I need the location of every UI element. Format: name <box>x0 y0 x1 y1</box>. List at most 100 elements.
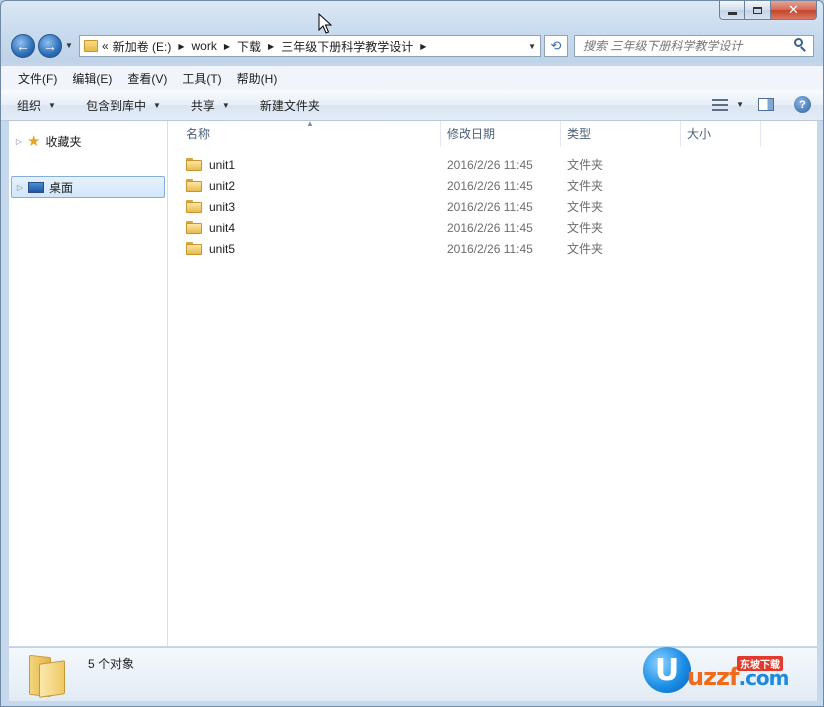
large-folder-icon <box>29 654 65 698</box>
back-button[interactable]: ← <box>11 34 35 58</box>
breadcrumb-separator-icon[interactable]: ▶ <box>420 42 426 51</box>
menu-file[interactable]: 文件(F) <box>18 70 57 87</box>
breadcrumb-separator-icon[interactable]: ▶ <box>178 42 184 51</box>
caption-buttons: ✕ <box>719 1 817 20</box>
table-row[interactable]: unit1 2016/2/26 11:45 文件夹 <box>180 154 810 175</box>
help-icon: ? <box>799 98 806 111</box>
close-icon: ✕ <box>788 2 799 17</box>
file-type: 文件夹 <box>567 242 604 256</box>
file-type: 文件夹 <box>567 179 604 193</box>
help-button[interactable]: ? <box>794 96 811 113</box>
search-input[interactable] <box>574 35 814 57</box>
share-label: 共享 <box>190 98 215 113</box>
menu-help[interactable]: 帮助(H) <box>237 70 278 87</box>
refresh-button[interactable]: ⟲ <box>544 35 568 57</box>
nav-item-label: 桌面 <box>49 180 74 195</box>
file-type: 文件夹 <box>567 200 604 214</box>
file-name-cell: unit3 <box>186 200 235 214</box>
expand-arrow-icon[interactable]: ▷ <box>12 183 28 192</box>
view-controls: ▼ ? <box>712 96 811 113</box>
view-dropdown-icon[interactable]: ▼ <box>736 100 744 109</box>
nav-item-label: 收藏夹 <box>45 134 82 149</box>
file-type: 文件夹 <box>567 158 604 172</box>
column-header-name[interactable]: 名称 <box>180 121 441 147</box>
preview-pane-icon[interactable] <box>758 98 774 111</box>
file-date: 2016/2/26 11:45 <box>447 241 533 256</box>
folder-icon <box>84 40 98 52</box>
new-folder-button[interactable]: 新建文件夹 <box>260 97 320 114</box>
file-date: 2016/2/26 11:45 <box>447 220 533 235</box>
navigation-bar: ← → ▼ « 新加卷 (E:) ▶ work ▶ 下载 ▶ 三年级下册科学教学… <box>1 32 823 60</box>
column-header-date-modified[interactable]: 修改日期 <box>441 121 561 147</box>
search-icon[interactable] <box>794 38 803 47</box>
table-row[interactable]: unit3 2016/2/26 11:45 文件夹 <box>180 196 810 217</box>
expand-arrow-icon[interactable]: ▷ <box>11 137 27 146</box>
title-bar[interactable]: ✕ <box>1 1 823 31</box>
breadcrumb-separator-icon[interactable]: ▶ <box>224 42 230 51</box>
organize-button[interactable]: 组织 ▼ <box>17 97 56 114</box>
breadcrumb-separator-icon[interactable]: ▶ <box>268 42 274 51</box>
folder-icon <box>186 242 202 255</box>
breadcrumb-work[interactable]: work <box>192 39 217 53</box>
organize-label: 组织 <box>17 98 42 113</box>
folder-icon <box>186 200 202 213</box>
table-row[interactable]: unit4 2016/2/26 11:45 文件夹 <box>180 217 810 238</box>
star-icon: ★ <box>27 132 41 150</box>
desktop-icon <box>28 181 44 193</box>
menu-view[interactable]: 查看(V) <box>127 70 167 87</box>
menu-bar: 文件(F) 编辑(E) 查看(V) 工具(T) 帮助(H) <box>1 65 823 90</box>
table-row[interactable]: unit5 2016/2/26 11:45 文件夹 <box>180 238 810 259</box>
watermark-logo-icon: U <box>643 647 691 693</box>
column-header-size[interactable]: 大小 <box>681 121 761 147</box>
menu-edit[interactable]: 编辑(E) <box>72 70 112 87</box>
file-name-cell: unit2 <box>186 179 235 193</box>
watermark-badge: 东坡下载 <box>737 656 783 671</box>
close-button[interactable]: ✕ <box>771 1 817 20</box>
file-type: 文件夹 <box>567 221 604 235</box>
column-header-type[interactable]: 类型 <box>561 121 681 147</box>
item-count: 5 个对象 <box>88 657 135 671</box>
forward-button[interactable]: → <box>38 34 62 58</box>
file-name: unit4 <box>209 220 236 235</box>
file-name: unit3 <box>209 199 236 214</box>
file-date: 2016/2/26 11:45 <box>447 178 533 193</box>
breadcrumb-overflow[interactable]: « <box>102 39 109 53</box>
breadcrumb-current-folder[interactable]: 三年级下册科学教学设计 <box>281 38 413 55</box>
file-date: 2016/2/26 11:45 <box>447 157 533 172</box>
forward-arrow-icon: → <box>43 38 57 54</box>
share-button[interactable]: 共享 ▼ <box>191 97 230 114</box>
include-in-library-button[interactable]: 包含到库中 ▼ <box>86 97 161 114</box>
breadcrumb-downloads[interactable]: 下载 <box>237 38 261 55</box>
file-name: unit2 <box>209 178 236 193</box>
breadcrumb-drive[interactable]: 新加卷 (E:) <box>113 38 172 55</box>
folder-icon <box>186 179 202 192</box>
maximize-icon <box>753 6 762 14</box>
menu-tools[interactable]: 工具(T) <box>182 70 221 87</box>
address-bar[interactable]: « 新加卷 (E:) ▶ work ▶ 下载 ▶ 三年级下册科学教学设计 ▶ ▼ <box>79 35 541 57</box>
explorer-window: ✕ ← → ▼ « 新加卷 (E:) ▶ work ▶ 下载 ▶ 三年级下册科学… <box>0 0 824 707</box>
file-name: unit1 <box>209 157 236 172</box>
file-name-cell: unit5 <box>186 242 235 256</box>
command-bar: 组织 ▼ 包含到库中 ▼ 共享 ▼ 新建文件夹 ▼ ? <box>1 90 823 121</box>
chevron-down-icon: ▼ <box>48 100 56 110</box>
mouse-cursor-icon <box>318 13 332 34</box>
refresh-icon: ⟲ <box>550 38 562 53</box>
site-watermark-logo: U uzzf.com 东坡下载 <box>641 647 819 697</box>
nav-item-favorites[interactable]: ▷ ★ 收藏夹 <box>11 130 165 152</box>
new-folder-label: 新建文件夹 <box>259 98 320 113</box>
address-dropdown-icon[interactable]: ▼ <box>528 42 536 51</box>
recent-pages-dropdown-icon[interactable]: ▼ <box>65 41 73 50</box>
file-list-pane: ▲ 名称 修改日期 类型 大小 unit1 2016/2/26 11:45 文件… <box>168 119 817 646</box>
maximize-button[interactable] <box>745 1 771 20</box>
chevron-down-icon: ▼ <box>221 100 230 110</box>
chevron-down-icon: ▼ <box>152 100 161 110</box>
minimize-button[interactable] <box>719 1 745 20</box>
table-row[interactable]: unit2 2016/2/26 11:45 文件夹 <box>180 175 810 196</box>
nav-item-desktop[interactable]: ▷ 桌面 <box>11 176 165 198</box>
view-options-icon[interactable] <box>712 98 729 111</box>
file-name: unit5 <box>209 241 236 256</box>
navigation-pane: ▷ ★ 收藏夹 ▷ 桌面 <box>9 121 168 646</box>
back-arrow-icon: ← <box>16 38 30 54</box>
file-name-cell: unit4 <box>186 221 235 235</box>
minimize-icon <box>727 11 737 15</box>
